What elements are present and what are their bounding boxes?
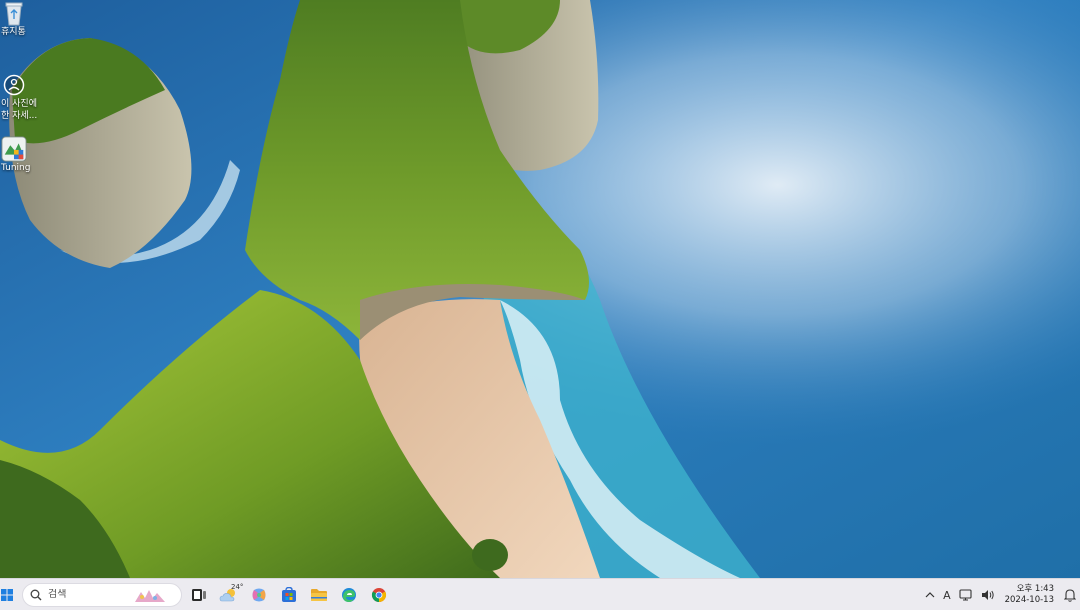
search-input[interactable] — [48, 589, 138, 600]
system-tray: A 오후 1:43 2024-10-13 — [921, 579, 1080, 610]
tuning-label: Tuning — [1, 163, 31, 173]
start-button[interactable] — [0, 579, 18, 610]
weather-button[interactable]: 24° — [214, 579, 244, 610]
weather-temperature: 24° — [231, 582, 244, 591]
clock-time: 오후 1:43 — [1016, 584, 1054, 594]
volume-button[interactable] — [977, 579, 999, 610]
tuning-shortcut[interactable]: Tuning — [0, 136, 40, 174]
chrome-button[interactable] — [364, 579, 394, 610]
show-hidden-icons-button[interactable] — [921, 579, 939, 610]
edge-icon — [342, 587, 356, 602]
file-explorer-button[interactable] — [304, 579, 334, 610]
input-method-indicator[interactable]: A — [939, 579, 955, 610]
speaker-icon — [981, 590, 994, 600]
edge-button[interactable] — [334, 579, 364, 610]
desktop-wallpaper — [0, 0, 1080, 578]
windows-start-icon — [1, 588, 13, 601]
taskbar-search[interactable] — [22, 582, 182, 607]
chevron-up-icon — [925, 592, 935, 598]
spotlight-info-label-line1: 이 사진에 — [1, 99, 37, 109]
folder-icon — [311, 588, 327, 601]
chrome-icon — [371, 587, 387, 602]
search-highlight-icon — [132, 585, 168, 605]
task-view-button[interactable] — [184, 579, 214, 610]
notifications-button[interactable] — [1060, 579, 1080, 610]
taskbar: 24° — [0, 578, 1080, 610]
taskbar-clock[interactable]: 오후 1:43 2024-10-13 — [999, 579, 1060, 610]
task-view-icon — [192, 588, 206, 601]
search-icon — [29, 588, 43, 602]
network-button[interactable] — [955, 579, 977, 610]
recycle-bin-icon — [1, 0, 27, 26]
network-icon — [959, 589, 972, 601]
store-icon — [282, 586, 296, 602]
recycle-bin-label: 휴지통 — [1, 27, 26, 37]
store-button[interactable] — [274, 579, 304, 610]
desktop: 휴지통 이 사진에 한 자세... Tuning — [0, 0, 1080, 578]
clock-date: 2024-10-13 — [1004, 595, 1054, 605]
notification-bell-icon — [1064, 589, 1076, 602]
tuning-app-icon — [1, 136, 27, 162]
recycle-bin-shortcut[interactable]: 휴지통 — [0, 0, 40, 38]
taskbar-apps: 24° — [184, 579, 394, 610]
copilot-icon — [252, 588, 266, 601]
spotlight-info-shortcut[interactable]: 이 사진에 한 자세... — [0, 72, 40, 122]
spotlight-info-icon — [1, 72, 27, 98]
spotlight-info-label-line2: 한 자세... — [1, 111, 38, 121]
copilot-button[interactable] — [244, 579, 274, 610]
